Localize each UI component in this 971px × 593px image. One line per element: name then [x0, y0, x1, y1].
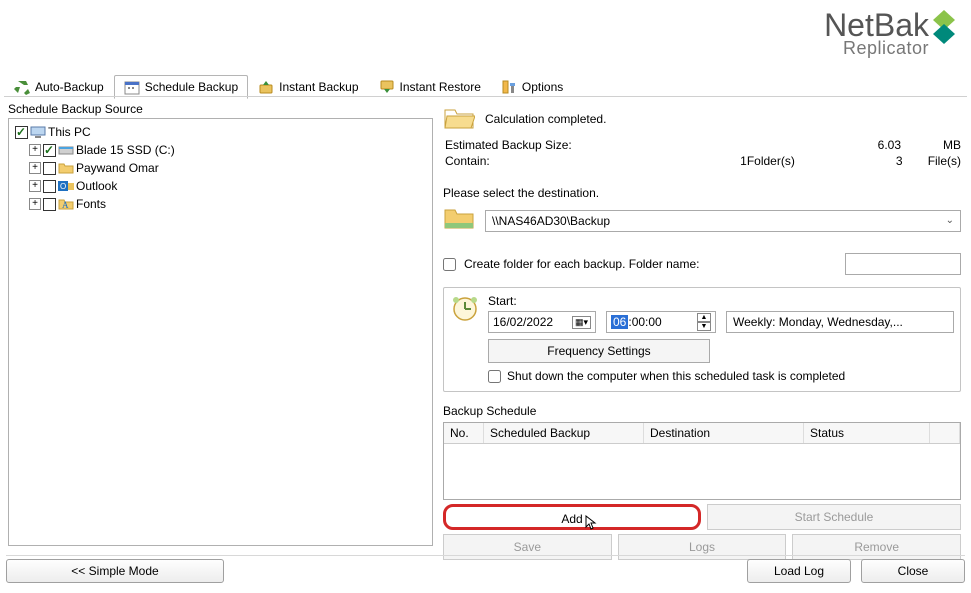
checkbox-user[interactable]	[43, 162, 56, 175]
load-log-button[interactable]: Load Log	[747, 559, 851, 583]
frequency-display[interactable]: Weekly: Monday, Wednesday,...	[726, 311, 954, 333]
checkbox-drive[interactable]	[43, 144, 56, 157]
files-count: 3	[805, 154, 902, 168]
fonts-icon: A	[58, 196, 74, 212]
time-picker[interactable]: 06:00:00 ▲▼	[606, 311, 716, 333]
svg-text:A: A	[62, 200, 69, 210]
time-rest: :00:00	[628, 315, 661, 329]
col-spacer	[930, 423, 960, 443]
start-label: Start:	[488, 294, 954, 308]
table-header: No. Scheduled Backup Destination Status	[444, 423, 960, 444]
schedule-table[interactable]: No. Scheduled Backup Destination Status	[443, 422, 961, 500]
col-destination[interactable]: Destination	[644, 423, 804, 443]
checkbox-thispc[interactable]	[15, 126, 28, 139]
tree-row-fonts[interactable]: + A Fonts	[11, 195, 430, 213]
time-hour: 06	[611, 315, 628, 329]
contain-label: Contain:	[445, 154, 620, 168]
add-button[interactable]: Add	[443, 504, 701, 530]
close-button[interactable]: Close	[861, 559, 965, 583]
outlook-icon: O	[58, 178, 74, 194]
tab-auto-label: Auto-Backup	[35, 80, 104, 94]
frequency-text: Weekly: Monday, Wednesday,...	[733, 315, 903, 329]
calendar-dropdown-icon[interactable]: ▦▾	[572, 316, 591, 329]
schedule-settings: Start: 16/02/2022 ▦▾ 06:00:00 ▲▼ Weekly:…	[443, 287, 961, 392]
shutdown-label: Shut down the computer when this schedul…	[507, 369, 845, 383]
tab-instant-restore-label: Instant Restore	[400, 80, 481, 94]
tree-label: This PC	[48, 125, 91, 139]
remove-button[interactable]: Remove	[792, 534, 961, 560]
frequency-settings-button[interactable]: Frequency Settings	[488, 339, 710, 363]
spin-down-icon[interactable]: ▼	[697, 322, 711, 331]
expander-icon[interactable]: +	[29, 162, 41, 174]
calc-status: Calculation completed.	[485, 112, 606, 126]
est-size-unit: MB	[901, 138, 961, 152]
tree-label: Outlook	[76, 179, 117, 193]
simple-mode-button[interactable]: << Simple Mode	[6, 559, 224, 583]
tree-label: Paywand Omar	[76, 161, 159, 175]
recycle-icon	[14, 79, 30, 95]
destination-select[interactable]: \\NAS46AD30\Backup ⌄	[485, 210, 961, 232]
date-picker[interactable]: 16/02/2022 ▦▾	[488, 311, 596, 333]
tree-row-drive[interactable]: + Blade 15 SSD (C:)	[11, 141, 430, 159]
app-root: NetBak Replicator Auto-Backup Schedule B…	[0, 0, 971, 593]
tab-instant-backup-label: Instant Backup	[279, 80, 358, 94]
checkbox-outlook[interactable]	[43, 180, 56, 193]
source-panel: Schedule Backup Source This PC + Blade 1…	[8, 102, 433, 550]
expander-icon[interactable]: +	[29, 144, 41, 156]
folders-count: 1	[620, 154, 747, 168]
schedule-clock-icon	[450, 294, 480, 324]
tree-label: Blade 15 SSD (C:)	[76, 143, 175, 157]
tree-row-user[interactable]: + Paywand Omar	[11, 159, 430, 177]
calendar-icon	[124, 79, 140, 95]
drive-icon	[58, 142, 74, 158]
tree-row-thispc[interactable]: This PC	[11, 123, 430, 141]
spin-up-icon[interactable]: ▲	[697, 313, 711, 322]
restore-arrow-icon	[379, 79, 395, 95]
tree-row-outlook[interactable]: + O Outlook	[11, 177, 430, 195]
dest-folder-icon	[443, 206, 475, 235]
pc-icon	[30, 124, 46, 140]
est-size-value: 6.03	[801, 138, 901, 152]
details-panel: Calculation completed. Estimated Backup …	[443, 102, 961, 550]
start-schedule-button[interactable]: Start Schedule	[707, 504, 961, 530]
files-unit: File(s)	[903, 154, 961, 168]
app-logo: NetBak Replicator	[824, 10, 955, 57]
source-title: Schedule Backup Source	[8, 102, 433, 116]
checkbox-fonts[interactable]	[43, 198, 56, 211]
svg-text:O: O	[60, 182, 66, 191]
tools-icon	[501, 79, 517, 95]
shutdown-checkbox[interactable]	[488, 370, 501, 383]
dest-prompt: Please select the destination.	[443, 186, 961, 200]
folder-name-input[interactable]	[845, 253, 961, 275]
cursor-icon	[585, 515, 599, 539]
tree-label: Fonts	[76, 197, 106, 211]
folder-icon	[58, 160, 74, 176]
schedule-table-title: Backup Schedule	[443, 404, 961, 418]
expander-icon[interactable]: +	[29, 180, 41, 192]
bottom-divider	[6, 555, 965, 556]
col-status[interactable]: Status	[804, 423, 930, 443]
col-scheduled[interactable]: Scheduled Backup	[484, 423, 644, 443]
folder-open-icon	[443, 104, 475, 135]
logo-diamond-icon	[933, 10, 955, 48]
tab-options-label: Options	[522, 80, 563, 94]
tab-underline	[4, 96, 967, 97]
time-spinner[interactable]: ▲▼	[697, 313, 711, 331]
chevron-down-icon: ⌄	[946, 215, 954, 226]
backup-arrow-icon	[258, 79, 274, 95]
folders-unit: Folder(s)	[747, 154, 805, 168]
create-folder-label: Create folder for each backup. Folder na…	[464, 257, 699, 271]
date-value: 16/02/2022	[493, 315, 553, 329]
col-no[interactable]: No.	[444, 423, 484, 443]
tab-schedule-label: Schedule Backup	[145, 80, 238, 94]
expander-icon[interactable]: +	[29, 198, 41, 210]
create-folder-checkbox[interactable]	[443, 258, 456, 271]
add-label: Add	[561, 512, 582, 526]
destination-path: \\NAS46AD30\Backup	[492, 214, 610, 228]
logs-button[interactable]: Logs	[618, 534, 787, 560]
est-size-label: Estimated Backup Size:	[445, 138, 625, 152]
source-tree[interactable]: This PC + Blade 15 SSD (C:) + Paywand Om…	[8, 118, 433, 546]
bottom-bar: << Simple Mode Load Log Close	[6, 559, 965, 583]
